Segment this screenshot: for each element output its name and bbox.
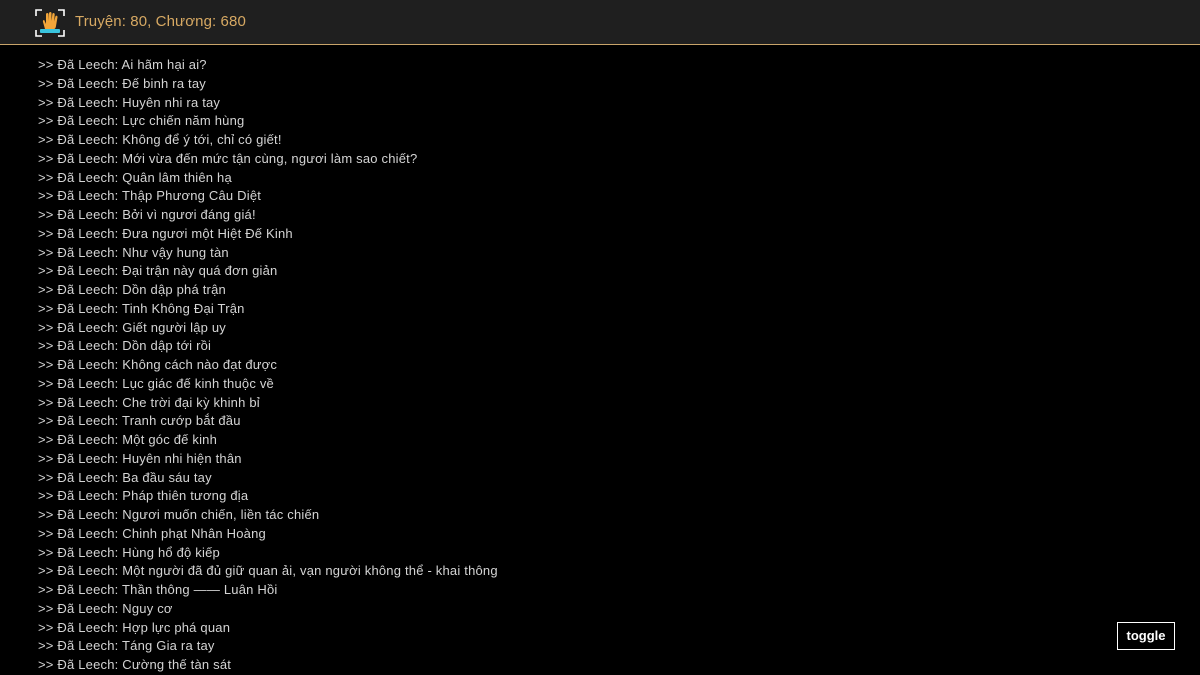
log-line: >> Đã Leech: Cường thế tàn sát — [38, 657, 232, 672]
log-line: >> Đã Leech: Che trời đại kỳ khinh bỉ — [38, 394, 260, 410]
log-line: >> Đã Leech: Chinh phạt Nhân Hoàng — [38, 525, 266, 541]
log-line: >> Đã Leech: Một người đã đủ giữ quan ải… — [38, 563, 498, 579]
log-line: >> Đã Leech: Đưa ngươi một Hiệt Đế Kinh — [38, 225, 293, 241]
leech-log-list: >> Đã Leech: Ai hãm hại ai? >> Đã Leech: … — [38, 56, 1088, 675]
log-line: >> Đã Leech: Dồn dập tới rồi — [38, 338, 212, 354]
log-line: >> Đã Leech: Một góc đế kinh — [38, 432, 218, 447]
log-line: >> Đã Leech: Ba đầu sáu tay — [38, 469, 212, 485]
log-line: >> Đã Leech: Như vậy hung tàn — [38, 244, 229, 260]
log-line: >> Đã Leech: Huyên nhi ra tay — [38, 94, 221, 110]
log-line: >> Đã Leech: Pháp thiên tương địa — [38, 488, 249, 504]
toggle-button[interactable]: toggle — [1117, 622, 1175, 650]
log-line: >> Đã Leech: Mới vừa đến mức tận cùng, n… — [38, 150, 418, 166]
log-line: >> Đã Leech: Tinh Không Đại Trận — [38, 300, 245, 316]
log-line: >> Đã Leech: Thập Phương Câu Diệt — [38, 188, 262, 204]
log-line: >> Đã Leech: Quân lâm thiên hạ — [38, 169, 232, 185]
log-line: >> Đã Leech: Giết người lập uy — [38, 319, 226, 335]
log-line: >> Đã Leech: Bởi vì ngươi đáng giá! — [38, 207, 256, 222]
log-line: >> Đã Leech: Huyên nhi hiện thân — [38, 450, 242, 466]
hand-scanner-icon — [35, 9, 65, 37]
log-line: >> Đã Leech: Không cách nào đạt được — [38, 357, 278, 372]
log-line: >> Đã Leech: Không để ý tới, chỉ có giết… — [38, 132, 282, 147]
log-line: >> Đã Leech: Thần thông —— Luân Hồi — [38, 582, 278, 597]
log-line: >> Đã Leech: Hợp lực phá quan — [38, 619, 231, 635]
log-line: >> Đã Leech: Táng Gia ra tay — [38, 638, 215, 654]
log-line: >> Đã Leech: Tranh cướp bắt đầu — [38, 413, 241, 429]
page-title: Truyện: 80, Chương: 680 — [75, 13, 246, 30]
log-line: >> Đã Leech: Ngươi muốn chiến, liền tác … — [38, 507, 320, 522]
log-line: >> Đã Leech: Hùng hổ độ kiếp — [38, 544, 220, 560]
log-line: >> Đã Leech: Lục giác đế kinh thuộc về — [38, 375, 274, 391]
log-line: >> Đã Leech: Nguy cơ — [38, 600, 173, 616]
header-bar: Truyện: 80, Chương: 680 — [0, 0, 1200, 45]
log-line: >> Đã Leech: Đại trận này quá đơn giản — [38, 263, 278, 279]
log-line: >> Đã Leech: Lực chiến năm hùng — [38, 113, 245, 129]
log-line: >> Đã Leech: Đế binh ra tay — [38, 75, 207, 91]
log-line: >> Đã Leech: Dồn dập phá trận — [38, 282, 226, 297]
log-line: >> Đã Leech: Ai hãm hại ai? — [38, 57, 207, 72]
